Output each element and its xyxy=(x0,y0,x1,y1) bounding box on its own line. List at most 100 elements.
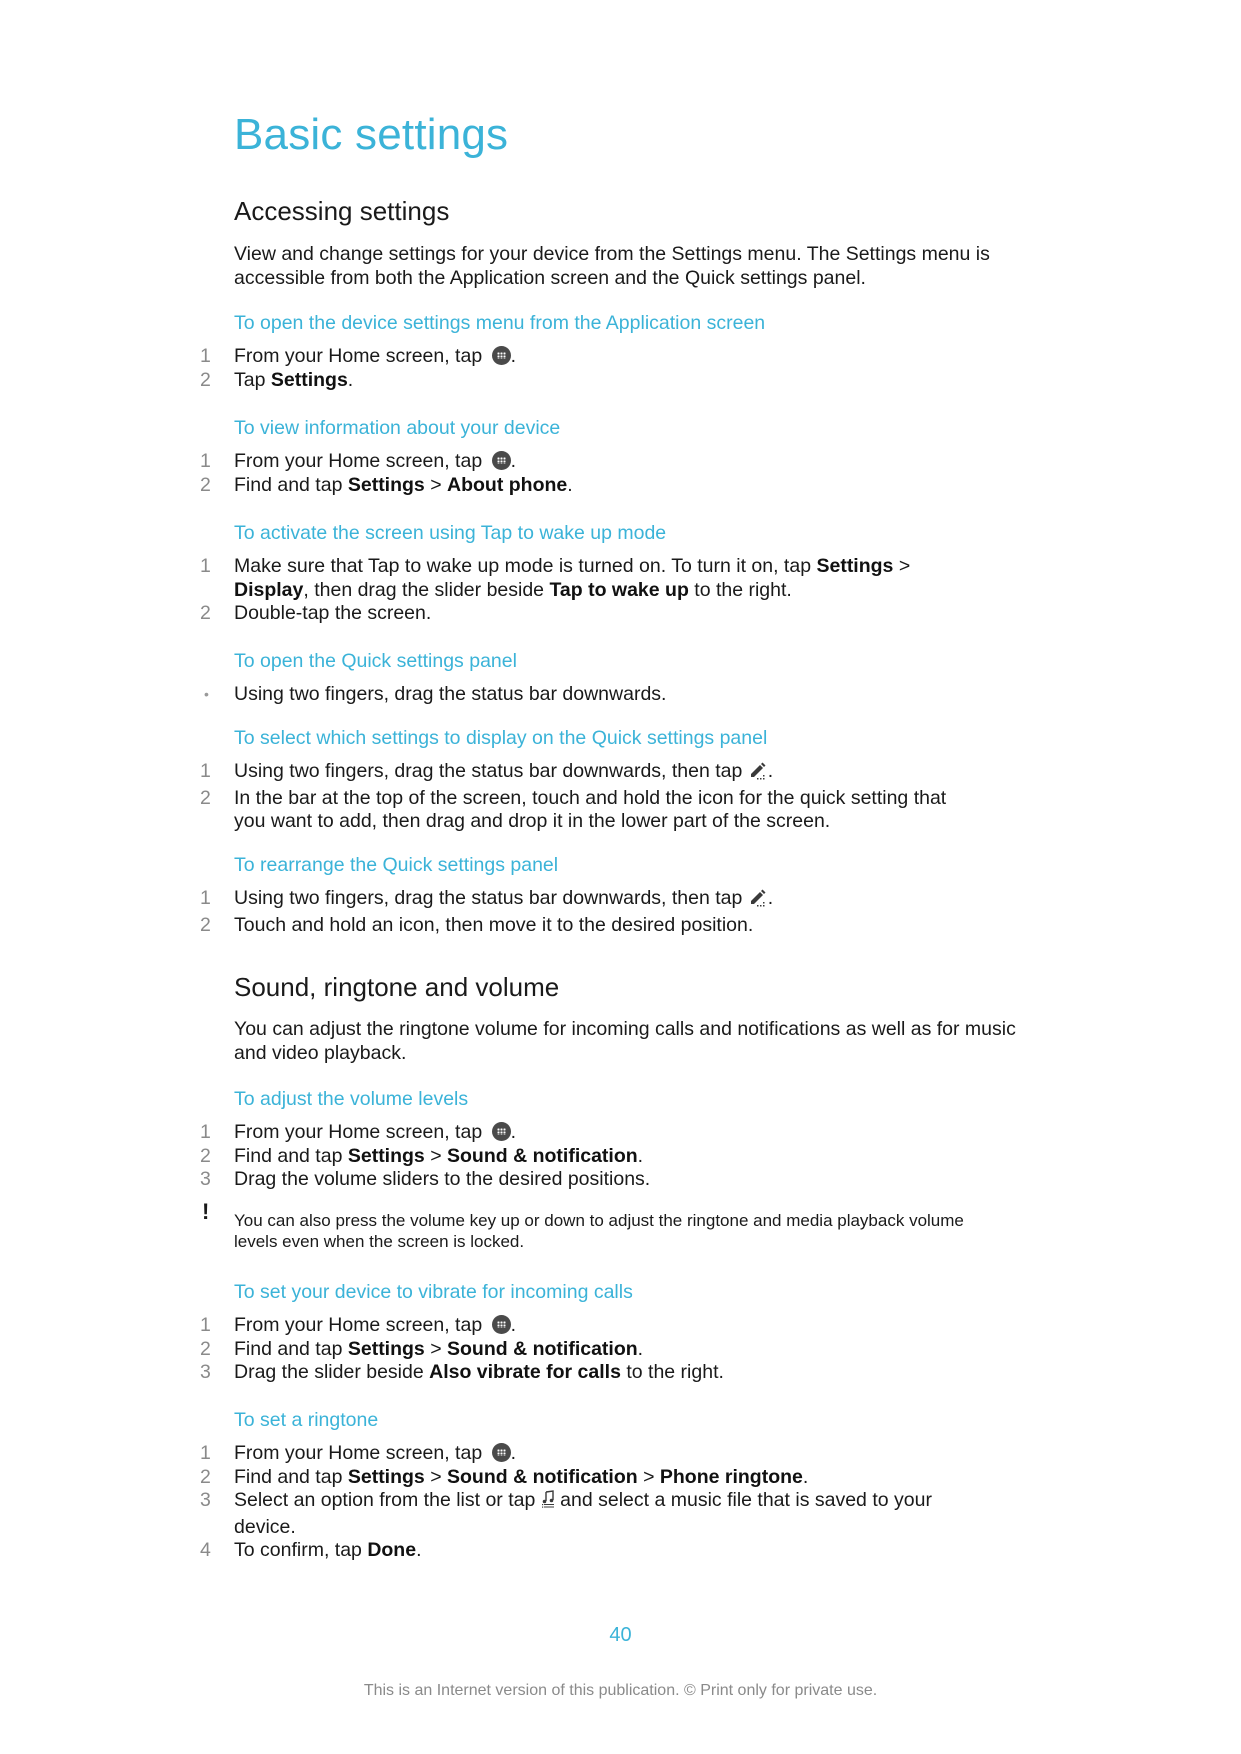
step-list: 1 Make sure that Tap to wake up mode is … xyxy=(0,555,1241,626)
step-number: 2 xyxy=(200,1337,211,1360)
procedure-title: To adjust the volume levels xyxy=(234,1088,469,1110)
separator: > xyxy=(893,555,911,577)
step-item: 3 Select an option from the list or tap … xyxy=(0,1489,974,1539)
step-number: 1 xyxy=(200,1121,211,1143)
step-number: 1 xyxy=(200,555,211,577)
ui-term: Sound & notification xyxy=(447,1465,638,1488)
procedure-title: To open the Quick settings panel xyxy=(234,650,517,672)
step-text: Using two fingers, drag the status bar d… xyxy=(234,683,667,705)
procedure-title: To set your device to vibrate for incomi… xyxy=(234,1281,633,1303)
step-list: 1 From your Home screen, tap . 2 Tap Set… xyxy=(0,345,1241,392)
step-number: 1 xyxy=(200,887,211,909)
step-item: 3 Drag the slider beside Also vibrate fo… xyxy=(0,1361,974,1385)
ui-term: Settings xyxy=(816,555,894,577)
procedure-title: To set a ringtone xyxy=(234,1409,379,1431)
step-item: 1 From your Home screen, tap . xyxy=(0,1121,974,1145)
step-text: . xyxy=(767,887,774,909)
step-text: From your Home screen, tap xyxy=(234,450,488,472)
step-item: 1 Using two fingers, drag the status bar… xyxy=(0,760,974,787)
section-heading-sound-ringtone-volume: Sound, ringtone and volume xyxy=(234,972,560,1002)
step-number: 1 xyxy=(200,1442,211,1464)
step-text: Using two fingers, drag the status bar d… xyxy=(234,887,748,909)
step-text: Tap xyxy=(234,368,271,391)
ui-term: Settings xyxy=(347,1144,425,1167)
step-text: In the bar at the top of the screen, tou… xyxy=(234,786,947,833)
step-text: . xyxy=(510,450,517,472)
step-number: 2 xyxy=(200,602,211,624)
step-text: To confirm, tap xyxy=(234,1539,368,1561)
ui-term: Sound & notification xyxy=(447,1144,638,1167)
step-list: 1 From your Home screen, tap . 2 Find an… xyxy=(0,1314,1241,1385)
procedure-title: To select which settings to display on t… xyxy=(234,727,768,749)
step-item: 1 Using two fingers, drag the status bar… xyxy=(0,887,974,914)
step-number: 3 xyxy=(200,1361,211,1383)
ui-term: Display xyxy=(234,578,304,601)
step-number: 4 xyxy=(200,1539,211,1561)
step-number: 2 xyxy=(200,786,211,809)
footer-notice: This is an Internet version of this publ… xyxy=(363,1682,878,1699)
step-text: Find and tap xyxy=(234,1465,348,1488)
edit-icon xyxy=(748,760,768,787)
edit-icon xyxy=(748,887,768,914)
step-text: From your Home screen, tap xyxy=(234,1121,488,1143)
step-number: 1 xyxy=(200,760,211,782)
step-list: 1 From your Home screen, tap . 2 Find an… xyxy=(0,1121,1241,1192)
step-text: From your Home screen, tap xyxy=(234,345,488,367)
ui-term: Settings xyxy=(347,1465,425,1488)
note-text: You can also press the volume key up or … xyxy=(234,1211,964,1251)
step-text: . xyxy=(510,1314,517,1336)
step-item: 1 Make sure that Tap to wake up mode is … xyxy=(0,555,974,602)
step-text: Drag the slider beside xyxy=(234,1361,430,1383)
step-item: 2 Find and tap Settings > Sound & notifi… xyxy=(0,1145,974,1169)
apps-icon xyxy=(491,346,511,365)
step-text: . xyxy=(637,1337,644,1360)
step-number: 2 xyxy=(200,473,211,496)
section-intro: You can adjust the ringtone volume for i… xyxy=(234,1018,1016,1064)
step-item: 4 To confirm, tap Done. xyxy=(0,1539,974,1563)
step-text: Make sure that Tap to wake up mode is tu… xyxy=(234,555,817,577)
step-text: . xyxy=(802,1465,809,1488)
step-number: 2 xyxy=(200,368,211,391)
step-item: 1 From your Home screen, tap . xyxy=(0,450,974,474)
ui-term: Settings xyxy=(347,1337,425,1360)
section-intro: View and change settings for your device… xyxy=(234,243,990,289)
step-number: 2 xyxy=(200,1144,211,1167)
step-text: to the right. xyxy=(620,1361,724,1383)
step-text: . xyxy=(510,1121,517,1143)
step-number: 2 xyxy=(200,913,211,936)
step-text: , then drag the slider beside xyxy=(303,578,550,601)
bullet-marker: • xyxy=(204,686,209,702)
step-item: 1 From your Home screen, tap . xyxy=(0,1442,974,1466)
step-item: 1 From your Home screen, tap . xyxy=(0,1314,974,1338)
step-item: 1 From your Home screen, tap . xyxy=(0,345,974,369)
step-item: 3 Drag the volume sliders to the desired… xyxy=(0,1168,974,1192)
procedure-title: To rearrange the Quick settings panel xyxy=(234,854,559,876)
section-heading-accessing-settings: Accessing settings xyxy=(234,196,450,226)
procedure-title: To open the device settings menu from th… xyxy=(234,312,766,334)
step-text: Touch and hold an icon, then move it to … xyxy=(234,913,754,936)
step-list: 1 Using two fingers, drag the status bar… xyxy=(0,760,1241,834)
step-item: 2 In the bar at the top of the screen, t… xyxy=(0,787,974,834)
step-text: From your Home screen, tap xyxy=(234,1442,488,1464)
page-title: Basic settings xyxy=(234,110,509,159)
step-text: Select an option from the list or tap xyxy=(234,1489,541,1511)
step-item: 2 Touch and hold an icon, then move it t… xyxy=(0,914,974,938)
step-text: . xyxy=(416,1539,422,1561)
separator: > xyxy=(424,473,448,496)
ui-term: Sound & notification xyxy=(447,1337,638,1360)
ui-term: Tap to wake up xyxy=(549,578,689,601)
document-page: Basic settings Accessing settings View a… xyxy=(0,0,1241,1754)
step-number: 1 xyxy=(200,1314,211,1336)
bullet-item: • Using two fingers, drag the status bar… xyxy=(0,683,974,707)
bullet-list: • Using two fingers, drag the status bar… xyxy=(0,683,1241,707)
step-text: Find and tap xyxy=(234,1144,348,1167)
step-number: 3 xyxy=(200,1168,211,1190)
step-item: 2 Double-tap the screen. xyxy=(0,602,974,626)
step-text: Drag the volume sliders to the desired p… xyxy=(234,1168,651,1190)
step-text: From your Home screen, tap xyxy=(234,1314,488,1336)
ui-term: Also vibrate for calls xyxy=(429,1361,621,1383)
ui-term: Phone ringtone xyxy=(659,1465,803,1488)
ui-term: Settings xyxy=(347,473,425,496)
step-text: . xyxy=(567,473,573,496)
step-number: 1 xyxy=(200,450,211,472)
